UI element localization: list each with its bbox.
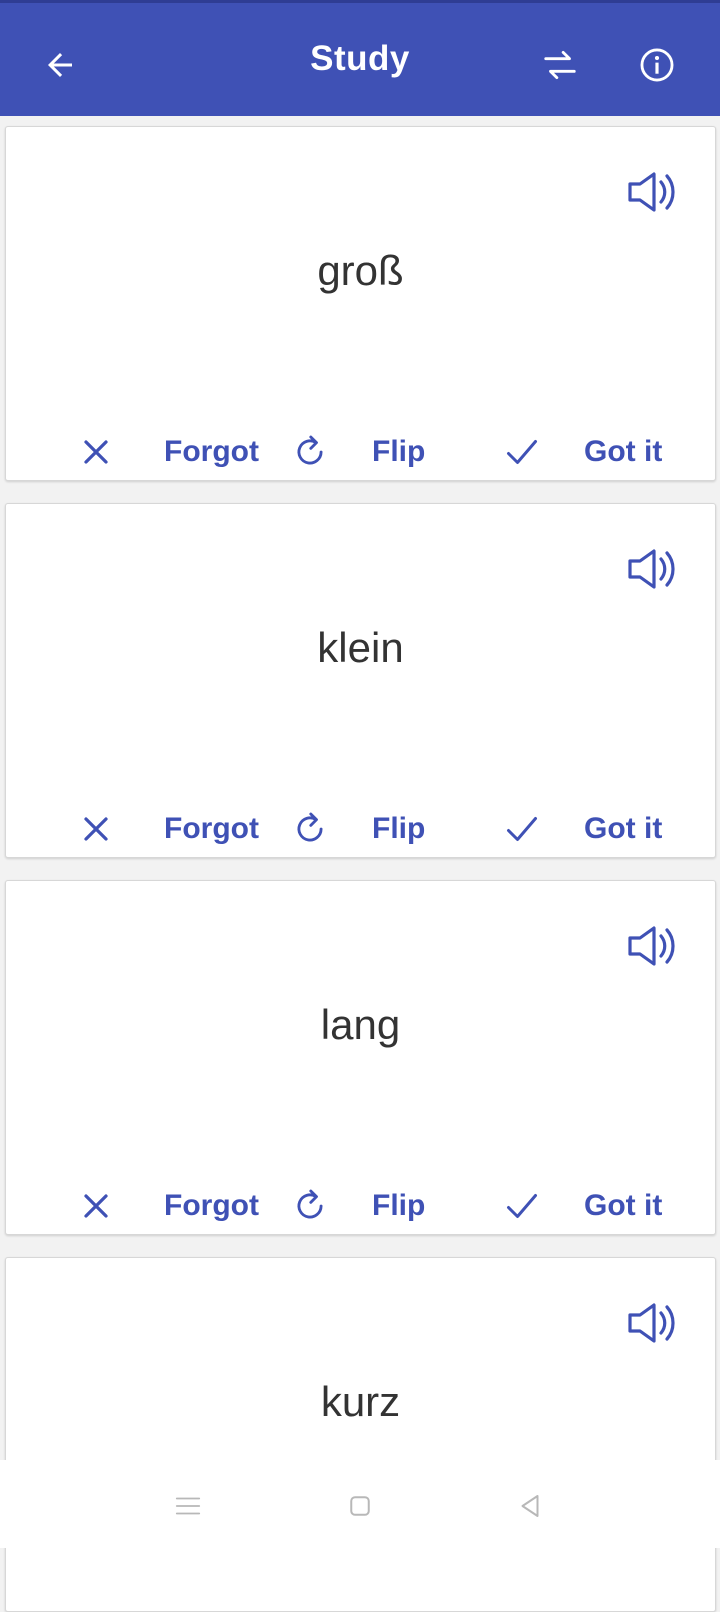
close-icon	[84, 817, 108, 841]
check-icon	[507, 440, 537, 464]
speaker-button[interactable]	[625, 167, 685, 217]
app-bar: Study	[0, 0, 720, 116]
flip-label: Flip	[372, 812, 426, 845]
home-square-icon	[350, 1496, 370, 1516]
recent-apps-button[interactable]	[164, 1482, 212, 1530]
swap-horizontal-icon	[544, 50, 576, 80]
card-word: groß	[317, 247, 404, 294]
flashcard: kurz	[5, 1257, 716, 1612]
speaker-button[interactable]	[625, 921, 685, 971]
refresh-icon	[297, 812, 323, 842]
check-icon	[507, 817, 537, 841]
card-word: klein	[317, 624, 404, 671]
refresh-icon	[297, 435, 323, 465]
got-it-button[interactable]: Got it	[498, 804, 662, 854]
info-circle-icon	[640, 48, 674, 82]
forgot-button[interactable]: Forgot	[72, 1181, 259, 1231]
card-actions: Forgot Flip Got it	[6, 427, 715, 477]
got-it-label: Got it	[584, 435, 663, 468]
swap-button[interactable]	[536, 41, 584, 89]
card-actions: Forgot Flip Got it	[6, 1181, 715, 1231]
card-word: lang	[320, 1001, 401, 1048]
speaker-button[interactable]	[625, 1298, 685, 1348]
system-back-button[interactable]	[506, 1482, 554, 1530]
speaker-icon	[628, 172, 675, 212]
flip-button[interactable]: Flip	[286, 804, 425, 854]
got-it-button[interactable]: Got it	[498, 427, 662, 477]
flip-button[interactable]: Flip	[286, 427, 425, 477]
flashcard: groß Forgot Flip Got it	[5, 126, 716, 481]
close-icon	[84, 1194, 108, 1218]
forgot-label: Forgot	[164, 435, 259, 468]
got-it-button[interactable]: Got it	[498, 1181, 662, 1231]
flip-label: Flip	[372, 1189, 426, 1222]
flashcard: klein Forgot Flip Got it	[5, 503, 716, 858]
flashcard: lang Forgot Flip Got it	[5, 880, 716, 1235]
got-it-label: Got it	[584, 812, 663, 845]
info-button[interactable]	[633, 41, 681, 89]
refresh-icon	[297, 1189, 323, 1219]
speaker-icon	[628, 549, 675, 589]
flip-label: Flip	[372, 435, 426, 468]
forgot-label: Forgot	[164, 1189, 259, 1222]
speaker-button[interactable]	[625, 544, 685, 594]
flip-button[interactable]: Flip	[286, 1181, 425, 1231]
menu-icon	[175, 1497, 201, 1515]
check-icon	[507, 1194, 537, 1218]
got-it-label: Got it	[584, 1189, 663, 1222]
speaker-icon	[628, 926, 675, 966]
home-button[interactable]	[336, 1482, 384, 1530]
back-triangle-icon	[521, 1495, 539, 1517]
close-icon	[84, 440, 108, 464]
forgot-button[interactable]: Forgot	[72, 427, 259, 477]
page-title: Study	[310, 39, 410, 78]
card-actions: Forgot Flip Got it	[6, 804, 715, 854]
forgot-label: Forgot	[164, 812, 259, 845]
system-nav-bar	[0, 1460, 720, 1548]
card-word: kurz	[320, 1378, 401, 1425]
forgot-button[interactable]: Forgot	[72, 804, 259, 854]
speaker-icon	[628, 1303, 675, 1343]
